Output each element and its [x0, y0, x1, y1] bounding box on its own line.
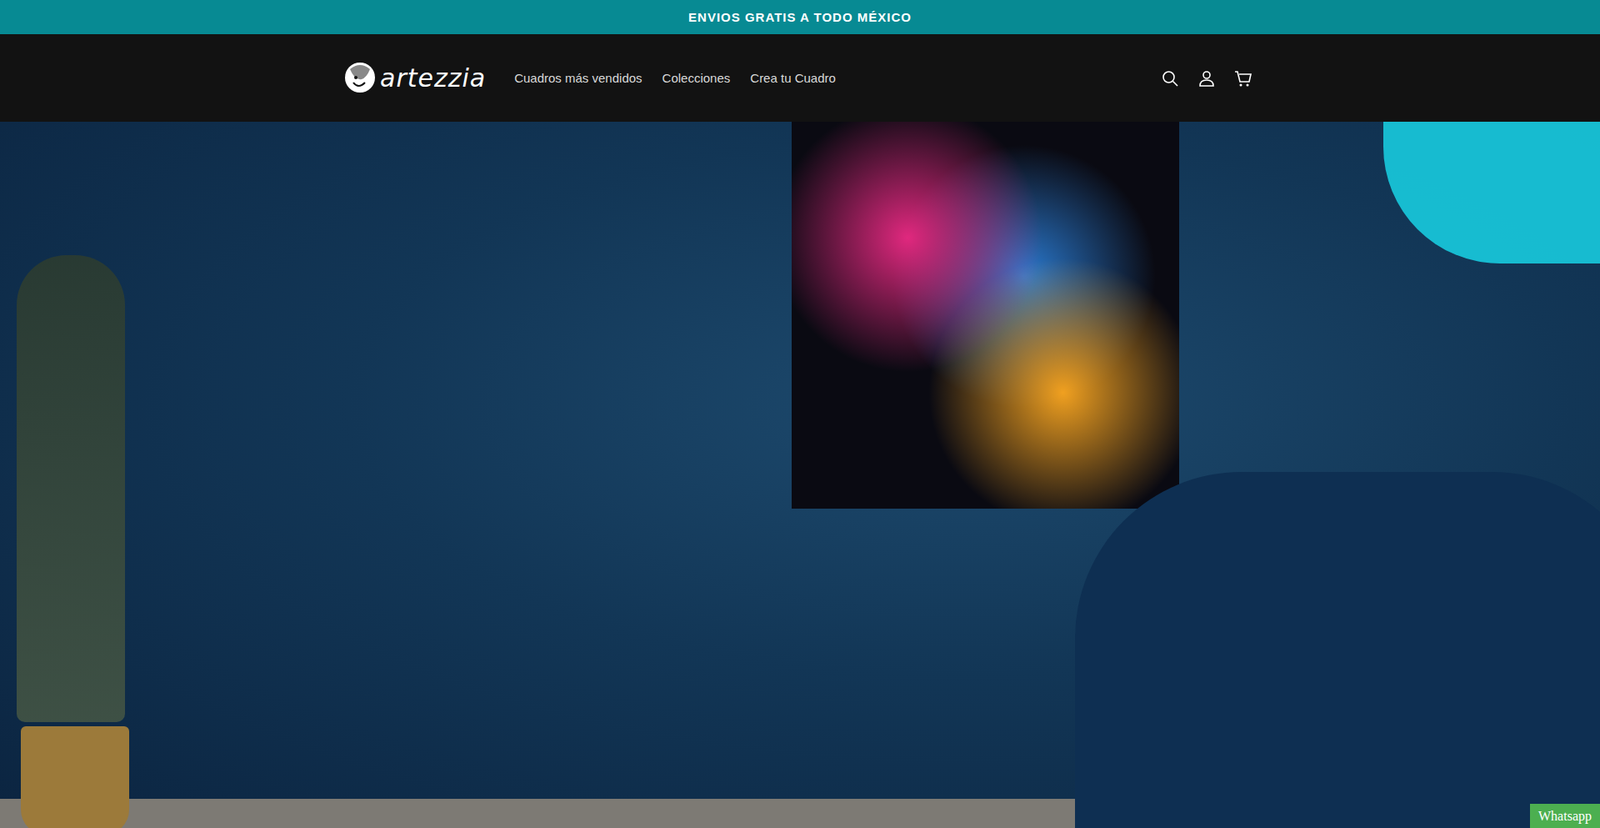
nav-link[interactable]: Colecciones [654, 64, 740, 92]
hero-plant [16, 255, 125, 722]
logo-face-icon [341, 57, 379, 100]
hero-chair [1075, 471, 1600, 828]
announcement-text: ENVIOS GRATIS A TODO MÉXICO [688, 10, 912, 25]
whatsapp-button[interactable]: Whatsapp [1530, 803, 1600, 828]
hero-pot [20, 725, 130, 828]
search-icon [1160, 68, 1180, 89]
header-inner: artezzia Cuadros más vendidosColeccionesC… [300, 57, 1300, 100]
nav-link[interactable]: Cuadros más vendidos [505, 64, 650, 92]
hero-leaf [1383, 121, 1600, 264]
cart-button[interactable] [1233, 68, 1254, 89]
logo-text: artezzia [380, 63, 486, 93]
hero-painting [791, 121, 1180, 509]
cart-icon [1233, 68, 1254, 89]
search-button[interactable] [1160, 68, 1180, 89]
announcement-bar: ENVIOS GRATIS A TODO MÉXICO [0, 0, 1600, 35]
account-icon [1196, 68, 1217, 89]
nav-link[interactable]: Crea tu Cuadro [741, 64, 845, 92]
account-button[interactable] [1196, 68, 1217, 89]
header-icons [1160, 68, 1259, 89]
site-header: artezzia Cuadros más vendidosColeccionesC… [0, 34, 1600, 122]
main-nav: Cuadros más vendidosColeccionesCrea tu C… [505, 64, 845, 92]
hero-banner[interactable]: Whatsapp [0, 121, 1600, 828]
logo[interactable]: artezzia [341, 57, 486, 100]
